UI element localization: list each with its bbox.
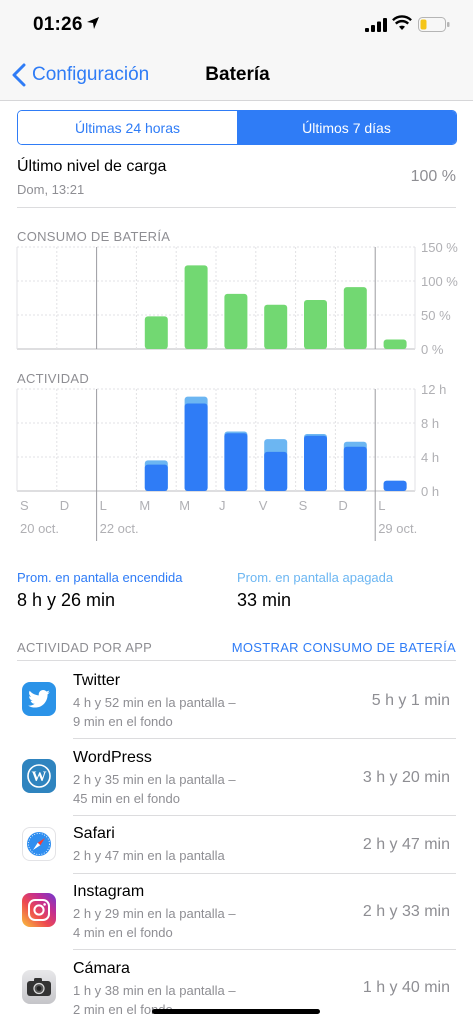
activity-label: ACTIVIDAD (17, 371, 90, 386)
divider (73, 949, 456, 950)
y-tick-label: 8 h (421, 416, 439, 431)
page-title-text: Batería (205, 64, 270, 85)
svg-text:W: W (32, 769, 47, 785)
activity-bar-screen-on (304, 435, 327, 491)
safari-icon (22, 827, 56, 861)
battery-bar (304, 300, 327, 349)
activity-bar-screen-on (224, 433, 248, 491)
app-usage-line1: 2 h y 35 min en la pantalla – (73, 772, 236, 787)
screen-on-average-value: 8 h y 26 min (17, 590, 116, 610)
battery-bar (184, 265, 208, 349)
screen-on-average-label: Prom. en pantalla encendida (17, 570, 183, 585)
show-battery-usage-button[interactable]: MOSTRAR CONSUMO DE BATERÍA (232, 640, 456, 655)
activity-bar-screen-on (184, 403, 208, 491)
x-day-label: V (259, 498, 268, 513)
y-tick-label: 100 % (421, 274, 458, 289)
cellular-signal-icon (365, 18, 387, 32)
camera-icon (22, 970, 56, 1004)
battery-bar (224, 293, 248, 349)
segment-last-24-hours[interactable]: Últimas 24 horas (18, 111, 237, 144)
app-usage-line2: 45 min en el fondo (73, 791, 180, 806)
period-segmented-control: Últimas 24 horas Últimos 7 días (17, 110, 457, 145)
y-tick-label: 0 h (421, 484, 439, 499)
app-row-safari[interactable]: Safari 2 h y 47 min en la pantalla 2 h y… (0, 816, 473, 874)
location-arrow-icon (87, 17, 99, 29)
screen-off-average-label: Prom. en pantalla apagada (237, 570, 394, 585)
x-day-label: S (299, 498, 308, 513)
status-time: 01:26 (33, 14, 83, 35)
y-tick-label: 4 h (421, 450, 439, 465)
app-name: Instagram (73, 883, 145, 900)
activity-bar-screen-on (383, 480, 407, 491)
x-date-label: 22 oct. (100, 521, 139, 536)
page-title: Batería (0, 64, 473, 86)
app-total-time: 5 h y 1 min (371, 692, 450, 709)
app-usage-line1: 2 h y 29 min en la pantalla – (73, 906, 236, 921)
x-date-label: 20 oct. (20, 521, 59, 536)
y-tick-label: 150 % (421, 240, 458, 255)
app-usage-line2: 9 min en el fondo (73, 714, 173, 729)
battery-settings-screen: 01:26 Configuración Batería Últimas 24 h… (0, 0, 473, 1024)
battery-bar (343, 287, 367, 349)
twitter-icon (22, 682, 56, 716)
divider (17, 207, 456, 208)
app-usage-line2: 4 min en el fondo (73, 925, 173, 940)
y-tick-label: 0 % (421, 342, 444, 357)
app-usage-line1: 2 h y 47 min en la pantalla (73, 848, 225, 863)
x-day-label: L (378, 498, 385, 513)
wifi-icon (392, 15, 412, 30)
app-total-time: 3 h y 20 min (362, 769, 450, 786)
app-row-twitter[interactable]: Twitter 4 h y 52 min en la pantalla – 9 … (0, 662, 473, 739)
wordpress-icon: W (22, 759, 56, 793)
app-total-time: 2 h y 47 min (362, 836, 450, 853)
app-usage-line1: 1 h y 38 min en la pantalla – (73, 983, 236, 998)
app-name: Cámara (73, 960, 130, 977)
app-name: Safari (73, 825, 115, 842)
divider (17, 660, 456, 661)
x-day-label: J (219, 498, 226, 513)
y-tick-label: 50 % (421, 308, 451, 323)
x-day-label: D (60, 498, 69, 513)
battery-icon (418, 17, 450, 32)
app-total-time: 1 h y 40 min (362, 979, 450, 996)
segment-last-7-days[interactable]: Últimos 7 días (237, 111, 456, 144)
x-day-label: L (100, 498, 107, 513)
activity-bar-screen-on (144, 464, 168, 491)
activity-bar-screen-on (343, 446, 367, 491)
battery-bar (144, 316, 168, 349)
navigation-bar: Configuración Batería (0, 50, 473, 101)
x-day-label: D (338, 498, 347, 513)
battery-usage-chart: 150 % 100 % 50 % 0 % (16, 240, 458, 357)
battery-bar (383, 339, 407, 349)
x-day-label: M (139, 498, 150, 513)
last-charge-title: Último nivel de carga (17, 158, 167, 175)
x-day-label: S (20, 498, 29, 513)
battery-usage-label: CONSUMO DE BATERÍA (17, 229, 171, 244)
app-activity-header: ACTIVIDAD POR APP (17, 640, 153, 655)
app-usage-line1: 4 h y 52 min en la pantalla – (73, 695, 236, 710)
status-bar: 01:26 (0, 0, 473, 50)
battery-bar (264, 304, 288, 349)
app-row-instagram[interactable]: Instagram 2 h y 29 min en la pantalla – … (0, 874, 473, 950)
activity-bar-screen-on (264, 451, 288, 491)
app-row-wordpress[interactable]: W WordPress 2 h y 35 min en la pantalla … (0, 739, 473, 816)
activity-chart: 12 h 8 h 4 h 0 h S D L M M J V S D L 20 oct. 22 oct. 29 … (16, 382, 446, 541)
screen-off-average-value: 33 min (237, 590, 292, 610)
last-charge-date: Dom, 13:21 (17, 182, 85, 197)
instagram-icon (22, 893, 56, 927)
y-tick-label: 12 h (421, 382, 446, 397)
app-name: Twitter (73, 672, 121, 689)
last-charge-value: 100 % (410, 168, 456, 185)
home-indicator (152, 1009, 320, 1014)
x-date-label: 29 oct. (378, 521, 417, 536)
app-name: WordPress (73, 749, 152, 766)
app-total-time: 2 h y 33 min (362, 903, 450, 920)
x-day-label: M (179, 498, 190, 513)
